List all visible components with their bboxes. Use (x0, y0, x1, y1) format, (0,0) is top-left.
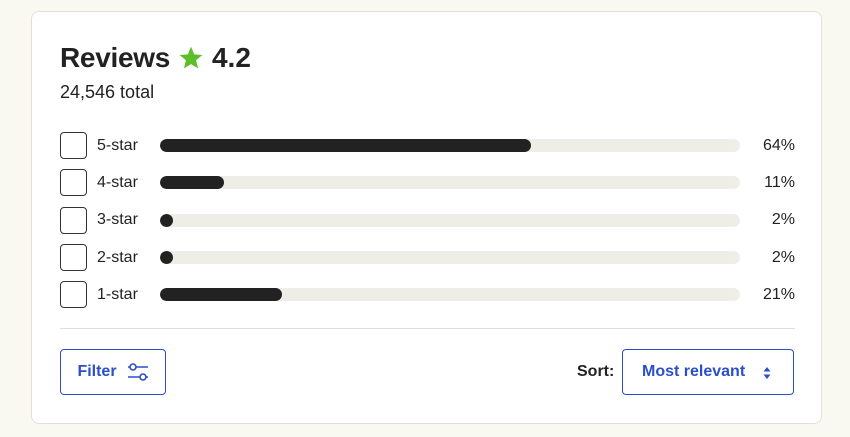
sort-label: Sort: (577, 363, 615, 380)
rating-filter-checkbox-5[interactable] (60, 132, 87, 160)
reviews-card: Reviews 4.2 24,546 total 5-star 64% 4-st… (31, 11, 822, 424)
rating-bar-fill (160, 139, 532, 153)
divider (60, 328, 795, 329)
rating-row-label: 4-star (97, 173, 138, 191)
rating-row-label: 2-star (97, 248, 138, 266)
rating-row-percent: 2% (771, 248, 795, 266)
reviews-header: Reviews 4.2 (60, 42, 251, 74)
rating-row-2: 2-star 2% (60, 239, 795, 276)
rating-bar-fill (160, 288, 282, 302)
filter-button-label: Filter (77, 363, 117, 380)
rating-filter-checkbox-4[interactable] (60, 169, 87, 197)
sort-selected-value: Most relevant (642, 363, 746, 380)
rating-row-1: 1-star 21% (60, 276, 795, 313)
filter-button[interactable]: Filter (60, 349, 166, 395)
rating-bar-track (160, 213, 740, 227)
rating-bar-track (160, 251, 740, 265)
rating-row-label: 1-star (97, 285, 138, 303)
rating-filter-checkbox-3[interactable] (60, 206, 87, 234)
rating-row-percent: 11% (764, 173, 795, 191)
rating-bar-fill (160, 213, 173, 227)
rating-bar-fill (160, 251, 173, 265)
rating-row-3: 3-star 2% (60, 202, 795, 239)
sliders-icon (127, 363, 148, 381)
rating-bar-track (160, 139, 740, 153)
rating-bar-fill (160, 176, 224, 190)
rating-filter-checkbox-1[interactable] (60, 281, 87, 309)
reviews-title: Reviews (60, 42, 170, 73)
star-icon (179, 46, 203, 69)
rating-row-4: 4-star 11% (60, 164, 795, 201)
rating-row-label: 3-star (97, 211, 138, 229)
up-down-arrows-icon (763, 367, 771, 379)
rating-row-percent: 21% (762, 285, 795, 303)
rating-row-percent: 64% (762, 136, 795, 154)
rating-row-5: 5-star 64% (60, 127, 795, 164)
total-reviews-count: 24,546 total (60, 82, 155, 102)
sort-select[interactable]: Most relevant (622, 349, 794, 395)
rating-breakdown: 5-star 64% 4-star 11% 3-star 2% 2-star 2… (60, 127, 795, 313)
average-rating: 4.2 (211, 42, 251, 73)
rating-row-percent: 2% (771, 211, 795, 229)
rating-row-label: 5-star (97, 136, 138, 154)
rating-bar-track (160, 288, 740, 302)
rating-filter-checkbox-2[interactable] (60, 244, 87, 272)
rating-bar-track (160, 176, 740, 190)
